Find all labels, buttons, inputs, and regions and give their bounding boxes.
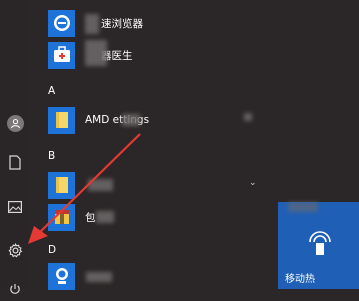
medkit-icon — [48, 41, 75, 69]
list-item[interactable]: 包 — [48, 202, 273, 232]
start-rail — [0, 0, 30, 294]
app-list: 速浏览器 器医生 A AMD ettings B ⌄ 包 D — [30, 0, 275, 291]
section-header-a[interactable]: A — [48, 85, 55, 97]
app-label: 包 — [85, 211, 96, 224]
section-header-b[interactable]: B — [48, 150, 55, 162]
list-item[interactable]: 器医生 — [48, 40, 273, 70]
documents-button[interactable] — [3, 150, 27, 174]
folder-icon — [48, 106, 75, 134]
tile-label: 移动热 — [285, 274, 315, 285]
power-icon — [10, 284, 20, 294]
list-item[interactable]: 速浏览器 — [48, 8, 273, 38]
gear-icon — [8, 242, 22, 257]
section-header-d[interactable]: D — [48, 244, 56, 256]
document-icon — [9, 154, 21, 170]
folder-icon — [48, 171, 75, 199]
list-item[interactable]: AMD ettings — [48, 105, 273, 135]
chevron-down-icon[interactable]: ⌄ — [249, 178, 257, 188]
list-item[interactable] — [48, 170, 273, 200]
person-icon — [6, 114, 24, 132]
user-avatar-button[interactable] — [3, 111, 27, 135]
app-label: 速浏览器 — [101, 17, 143, 30]
hotspot-icon — [308, 228, 332, 256]
person-app-icon — [48, 262, 75, 290]
picture-icon — [8, 201, 22, 213]
browser-icon — [48, 9, 75, 37]
live-tile-hotspot[interactable]: 移动热 — [278, 202, 359, 289]
archive-icon — [48, 203, 75, 231]
list-item[interactable] — [48, 261, 273, 291]
power-button[interactable] — [3, 277, 27, 301]
settings-button[interactable] — [3, 238, 27, 262]
pictures-button[interactable] — [3, 195, 27, 219]
